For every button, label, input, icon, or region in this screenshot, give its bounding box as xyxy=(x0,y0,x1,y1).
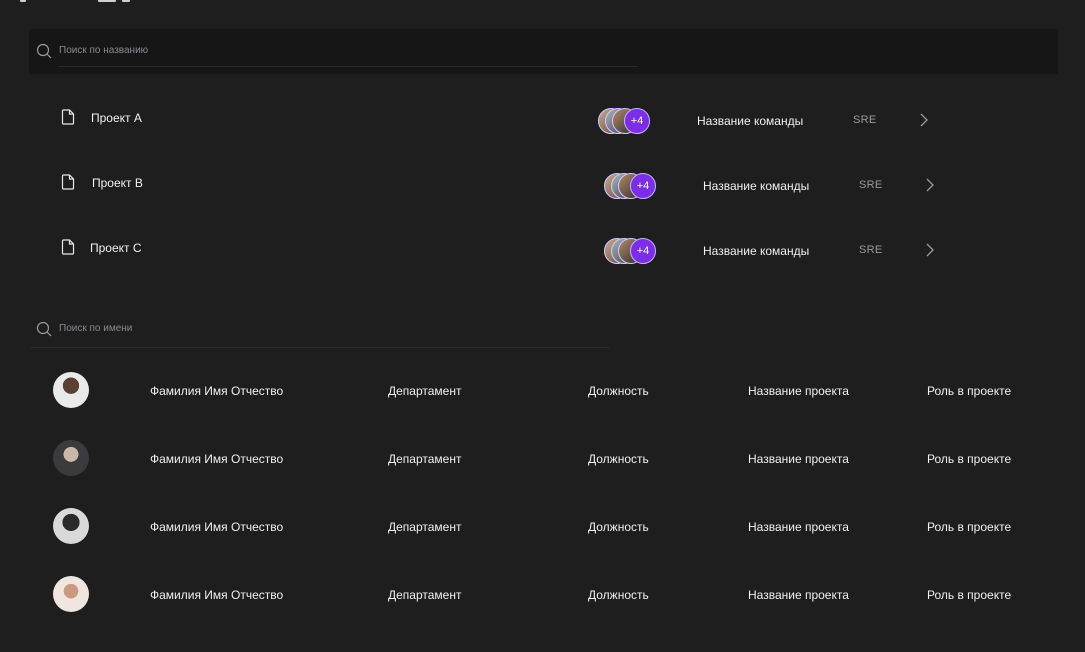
person-position: Должность xyxy=(588,384,649,398)
team-name: Название команды xyxy=(703,244,810,258)
chevron-right-icon[interactable] xyxy=(919,113,929,127)
person-position: Должность xyxy=(588,588,649,602)
person-role: Роль в проекте xyxy=(927,588,1012,602)
document-icon xyxy=(61,239,75,255)
avatar xyxy=(53,576,89,612)
team-name: Название команды xyxy=(703,179,810,193)
person-role: Роль в проекте xyxy=(927,384,1012,398)
person-position: Должность xyxy=(588,520,649,534)
person-department: Департамент xyxy=(388,520,462,534)
chevron-right-icon[interactable] xyxy=(925,243,935,257)
project-row[interactable]: Проект B +4 Название команды SRE xyxy=(40,165,960,205)
avatar xyxy=(53,372,89,408)
person-row[interactable]: Фамилия Имя Отчество Департамент Должнос… xyxy=(0,506,1085,546)
people-search-bar[interactable]: Поиск по имени xyxy=(30,315,610,348)
more-members-badge: +4 xyxy=(624,108,650,134)
team-tag: SRE xyxy=(853,114,877,126)
person-full-name[interactable]: Фамилия Имя Отчество xyxy=(150,588,283,602)
avatar xyxy=(53,440,89,476)
person-row[interactable]: Фамилия Имя Отчество Департамент Должнос… xyxy=(0,574,1085,614)
person-department: Департамент xyxy=(388,588,462,602)
avatar xyxy=(53,508,89,544)
team-avatars[interactable]: +4 xyxy=(604,238,660,264)
project-name[interactable]: Проект C xyxy=(90,241,142,255)
person-project: Название проекта xyxy=(748,452,849,466)
project-search-bar[interactable]: Поиск по названию xyxy=(29,29,1058,74)
page: Поиск по названию Проект A +4 Название к… xyxy=(0,0,1085,652)
cropped-header-text xyxy=(20,0,260,2)
project-row[interactable]: Проект C +4 Название команды SRE xyxy=(40,230,960,270)
team-name: Название команды xyxy=(697,114,804,128)
person-department: Департамент xyxy=(388,384,462,398)
team-tag: SRE xyxy=(859,244,883,256)
person-full-name[interactable]: Фамилия Имя Отчество xyxy=(150,520,283,534)
person-row[interactable]: Фамилия Имя Отчество Департамент Должнос… xyxy=(0,370,1085,410)
people-search-input[interactable]: Поиск по имени xyxy=(59,323,132,334)
person-role: Роль в проекте xyxy=(927,452,1012,466)
person-full-name[interactable]: Фамилия Имя Отчество xyxy=(150,384,283,398)
project-search-input[interactable]: Поиск по названию xyxy=(59,45,148,56)
person-project: Название проекта xyxy=(748,520,849,534)
team-tag: SRE xyxy=(859,179,883,191)
person-department: Департамент xyxy=(388,452,462,466)
team-avatars[interactable]: +4 xyxy=(598,108,654,134)
document-icon xyxy=(61,174,75,190)
person-full-name[interactable]: Фамилия Имя Отчество xyxy=(150,452,283,466)
more-members-badge: +4 xyxy=(630,173,656,199)
person-project: Название проекта xyxy=(748,384,849,398)
person-position: Должность xyxy=(588,452,649,466)
search-icon xyxy=(36,43,52,59)
search-icon xyxy=(36,321,52,337)
person-row[interactable]: Фамилия Имя Отчество Департамент Должнос… xyxy=(0,438,1085,478)
search-underline xyxy=(59,66,637,67)
document-icon xyxy=(61,109,75,125)
project-row[interactable]: Проект A +4 Название команды SRE xyxy=(40,100,960,140)
project-name[interactable]: Проект A xyxy=(91,111,142,125)
project-name[interactable]: Проект B xyxy=(92,176,143,190)
team-avatars[interactable]: +4 xyxy=(604,173,660,199)
more-members-badge: +4 xyxy=(630,238,656,264)
person-project: Название проекта xyxy=(748,588,849,602)
chevron-right-icon[interactable] xyxy=(925,178,935,192)
person-role: Роль в проекте xyxy=(927,520,1012,534)
